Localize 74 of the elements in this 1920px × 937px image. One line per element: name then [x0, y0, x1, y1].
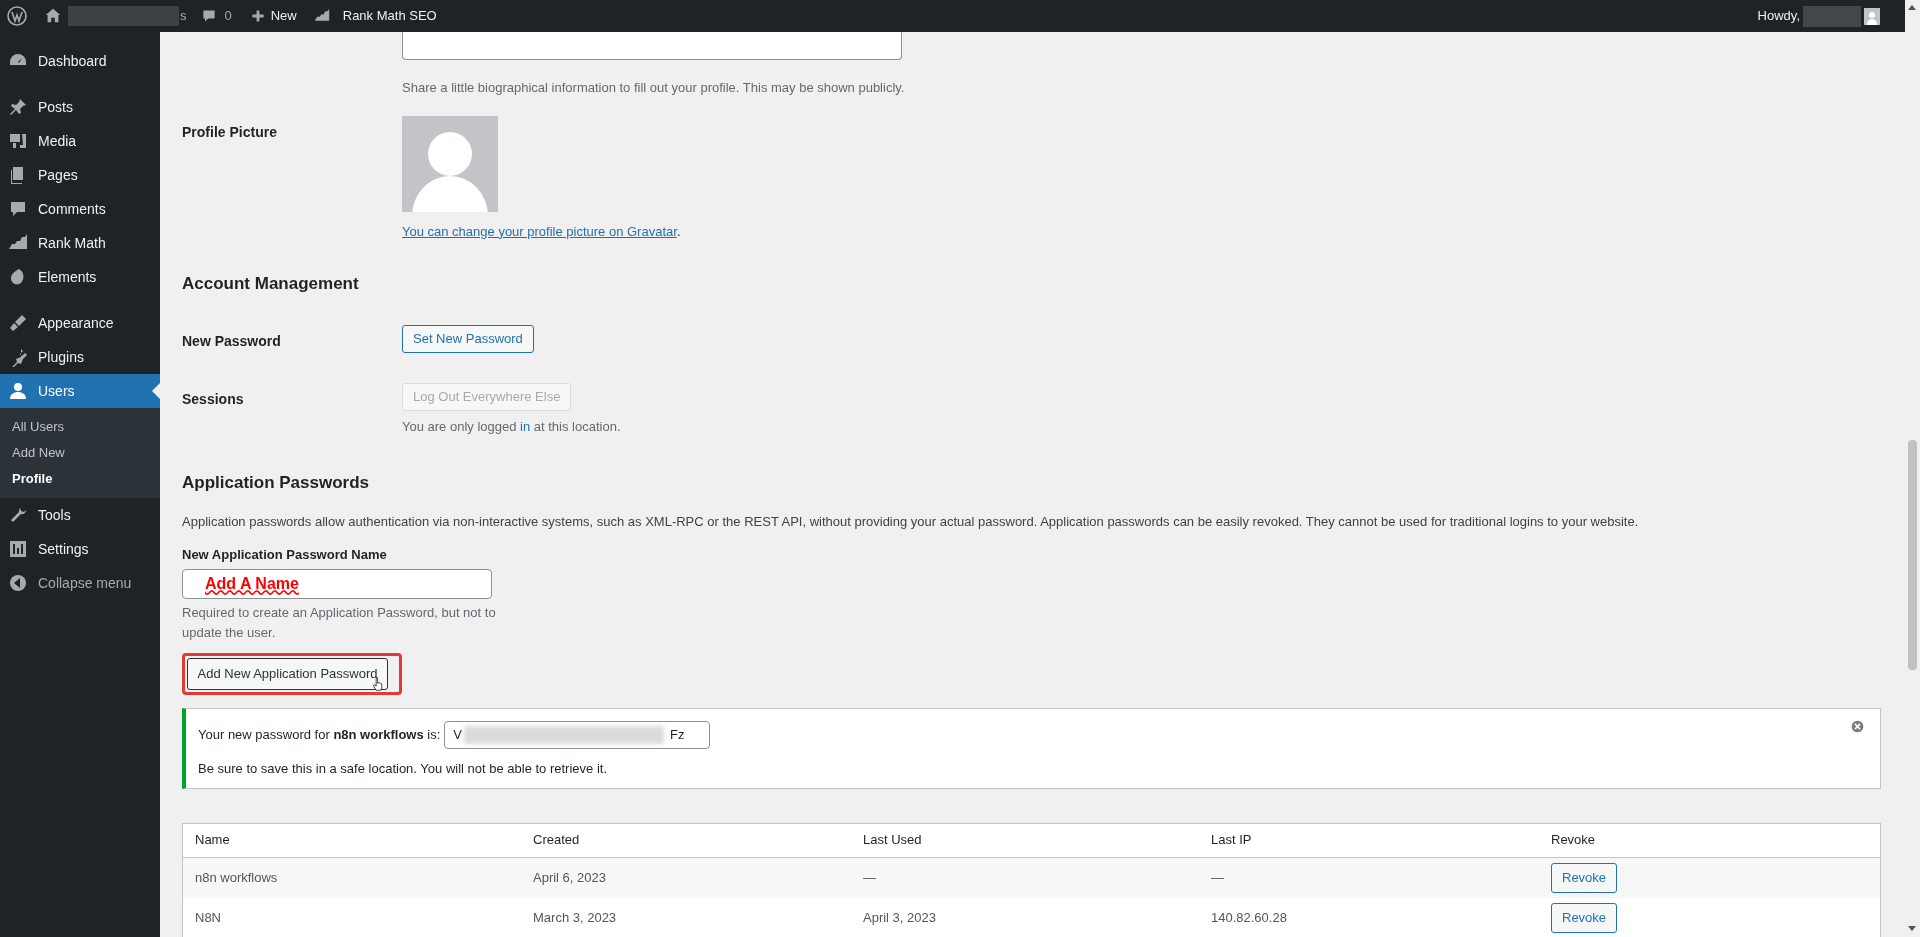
biography-textarea[interactable]	[402, 32, 902, 60]
scroll-up-icon[interactable]	[1908, 5, 1916, 10]
comments-link[interactable]: 0	[200, 6, 232, 26]
table-cell-text: April 6, 2023	[532, 868, 607, 887]
table-cell-text: 140.82.60.28	[1210, 908, 1288, 927]
revoke-button[interactable]: Revoke	[1551, 902, 1618, 933]
revoke-button[interactable]: Revoke	[1551, 862, 1618, 893]
redaction-block	[1803, 5, 1861, 27]
column-header: Created	[532, 831, 581, 850]
password-field[interactable]: V Fz	[444, 720, 711, 749]
menu-icon	[8, 97, 28, 117]
sidebar-item[interactable]: Comments	[0, 192, 160, 226]
field-label: New Password	[182, 331, 282, 351]
column-header: Last Used	[862, 831, 923, 850]
menu-icon	[8, 313, 28, 333]
name-input-field[interactable]: Add A Name	[182, 568, 492, 599]
section-description: Application passwords allow authentication via non-interactive systems, such as XML-RPC or the REST API, without providing your actual password. Application passwords can be easily revoked. They cannot be used for traditional logins to your website.	[182, 512, 1640, 531]
add-password-button[interactable]: Add New Application Password	[187, 657, 388, 690]
sidebar-item[interactable]: Dashboard	[0, 44, 160, 78]
table-cell-text: N8N	[194, 908, 222, 927]
column-header: Name	[194, 831, 231, 850]
notice-warning: Be sure to save this in a safe location. You will not be able to retrieve it.	[198, 759, 609, 778]
annotation-text: Add A Name	[205, 573, 299, 594]
section-heading: Account Management	[182, 273, 360, 295]
column-header: Last IP	[1210, 831, 1253, 850]
menu-icon	[8, 381, 28, 401]
field-label: Sessions	[182, 389, 245, 409]
section-heading: Application Passwords	[182, 472, 371, 494]
sidebar-item[interactable]: Settings	[0, 532, 160, 566]
field-description: Required to create an Application Password, but not to update the user.	[182, 603, 497, 642]
sidebar-item[interactable]: Users	[0, 374, 160, 408]
menu-icon	[8, 131, 28, 151]
account-menu[interactable]: Howdy,	[1757, 5, 1880, 27]
sidebar-item[interactable]: Media	[0, 124, 160, 158]
table-cell-text: —	[862, 868, 877, 887]
sidebar-item[interactable]: Elements	[0, 260, 160, 294]
submenu-item[interactable]: Profile	[0, 466, 160, 492]
table-cell-text: n8n workflows	[194, 868, 279, 887]
current-menu-pointer	[152, 383, 160, 399]
sidebar-item[interactable]: Appearance	[0, 306, 160, 340]
plus-icon	[250, 9, 265, 23]
home-icon[interactable]	[44, 7, 62, 25]
submenu-item[interactable]: All Users	[0, 414, 160, 440]
field-label: New Application Password Name	[182, 546, 388, 564]
column-header: Revoke	[1550, 831, 1597, 850]
sidebar-item[interactable]: Plugins	[0, 340, 160, 374]
speech-bubble-icon	[200, 8, 217, 24]
collapse-icon	[8, 573, 28, 593]
scroll-down-icon[interactable]	[1908, 926, 1916, 931]
table-cell-text: April 3, 2023	[862, 908, 937, 927]
link-punctuation: .	[676, 223, 681, 239]
avatar-icon	[1864, 7, 1880, 25]
sidebar-item[interactable]: Pages	[0, 158, 160, 192]
table-cell-text: —	[1210, 868, 1225, 887]
site-name-link[interactable]: s	[68, 0, 187, 32]
sidebar-item[interactable]: Posts	[0, 90, 160, 124]
dismiss-icon[interactable]	[1851, 719, 1864, 733]
field-label: Profile Picture	[182, 122, 278, 142]
notice-message: Your new password for n8n workflows is:	[198, 725, 441, 744]
collapse-menu-button[interactable]: Collapse menu	[0, 566, 160, 600]
rank-math-link[interactable]: Rank Math SEO	[311, 6, 437, 26]
scrollbar-thumb[interactable]	[1908, 440, 1917, 670]
field-description: Share a little biographical information to fill out your profile. This may be shown publicly.	[402, 79, 905, 97]
table-cell-text: March 3, 2023	[532, 908, 618, 927]
sidebar-item[interactable]: Tools	[0, 498, 160, 532]
menu-icon	[8, 199, 28, 219]
secondary-button[interactable]: Set New Password	[402, 324, 534, 353]
gravatar-link[interactable]: You can change your profile picture on Gravatar	[402, 223, 677, 239]
new-content-link[interactable]: New	[250, 6, 297, 26]
submenu-item[interactable]: Add New	[0, 440, 160, 466]
wordpress-logo-icon[interactable]	[7, 6, 27, 26]
menu-icon	[8, 539, 28, 559]
field-description: You are only logged in at this location.	[402, 417, 621, 436]
sidebar-item[interactable]: Rank Math	[0, 226, 160, 260]
